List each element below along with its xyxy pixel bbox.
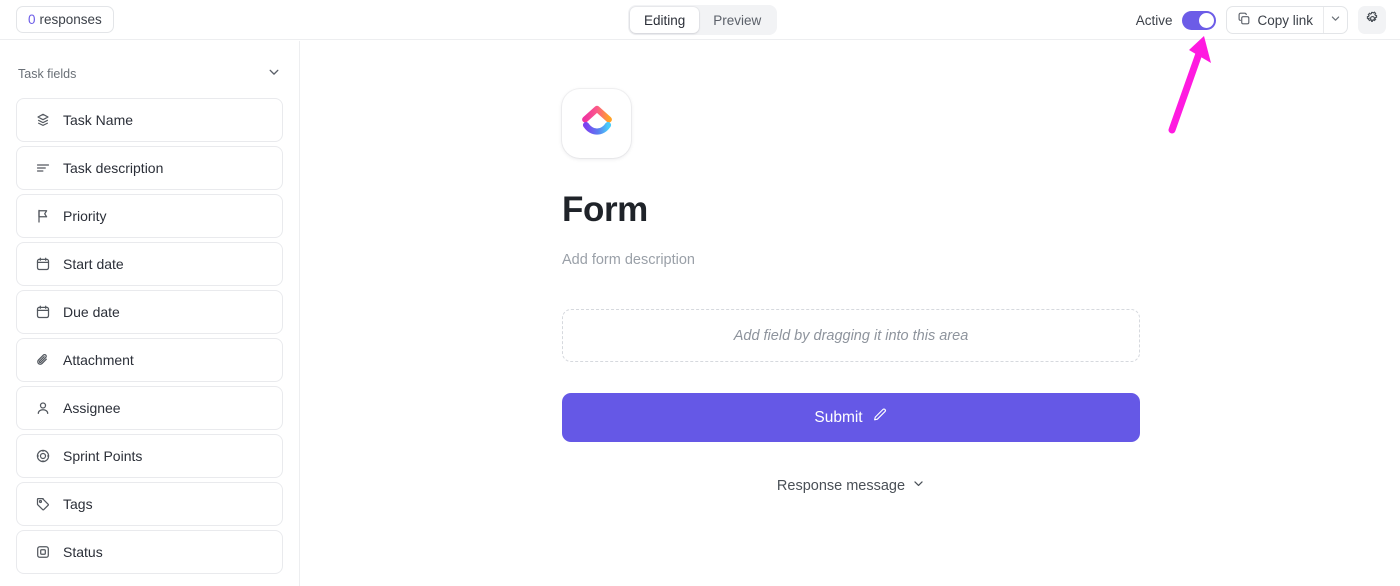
top-right-controls: Active Copy link: [1136, 0, 1386, 40]
field-row-status[interactable]: Status: [16, 530, 283, 574]
tab-preview[interactable]: Preview: [699, 7, 775, 33]
field-label: Due date: [63, 304, 120, 320]
copy-icon: [1237, 12, 1251, 29]
field-dropzone[interactable]: Add field by dragging it into this area: [562, 309, 1140, 362]
mode-tabs: Editing Preview: [628, 5, 778, 35]
field-label: Task description: [63, 160, 164, 176]
task-fields-title: Task fields: [18, 67, 77, 81]
top-bar: 0 responses Editing Preview Active Copy …: [0, 0, 1400, 40]
copy-link-group: Copy link: [1226, 6, 1348, 34]
field-row-due-date[interactable]: Due date: [16, 290, 283, 334]
gear-icon: [1365, 11, 1380, 29]
field-label: Attachment: [63, 352, 134, 368]
response-message-label: Response message: [776, 477, 906, 494]
paperclip-icon: [34, 352, 51, 369]
responses-label: responses: [39, 12, 102, 27]
calendar-icon: [34, 256, 51, 273]
field-row-priority[interactable]: Priority: [16, 194, 283, 238]
field-row-assignee[interactable]: Assignee: [16, 386, 283, 430]
text-lines-icon: [34, 160, 51, 177]
submit-button[interactable]: Submit: [562, 393, 1140, 442]
response-message-toggle[interactable]: Response message: [562, 477, 1140, 494]
field-row-attachment[interactable]: Attachment: [16, 338, 283, 382]
field-row-sprint-points[interactable]: Sprint Points: [16, 434, 283, 478]
settings-button[interactable]: [1358, 6, 1386, 34]
form-builder: Form Add form description Add field by d…: [562, 89, 1140, 494]
field-label: Assignee: [63, 400, 121, 416]
field-label: Sprint Points: [63, 448, 143, 464]
field-row-task-description[interactable]: Task description: [16, 146, 283, 190]
form-canvas: Form Add form description Add field by d…: [301, 41, 1400, 586]
responses-count: 0: [28, 12, 36, 27]
form-title[interactable]: Form: [562, 190, 1140, 230]
tag-icon: [34, 496, 51, 513]
responses-badge[interactable]: 0 responses: [16, 6, 114, 33]
task-fields-header[interactable]: Task fields: [16, 54, 283, 94]
task-field-list: Task Name Task description Priority Star…: [16, 98, 283, 574]
field-row-start-date[interactable]: Start date: [16, 242, 283, 286]
toggle-knob: [1199, 12, 1215, 28]
copy-link-label: Copy link: [1257, 12, 1313, 28]
field-label: Tags: [63, 496, 93, 512]
field-row-tags[interactable]: Tags: [16, 482, 283, 526]
target-icon: [34, 448, 51, 465]
submit-label: Submit: [814, 408, 863, 426]
field-label: Priority: [63, 208, 107, 224]
user-icon: [34, 400, 51, 417]
active-toggle-label: Active: [1135, 12, 1173, 28]
field-label: Status: [63, 544, 103, 560]
task-fields-sidebar: Task fields Task Name Task description P…: [0, 41, 300, 586]
tab-editing[interactable]: Editing: [630, 7, 700, 33]
status-square-icon: [34, 544, 51, 561]
copy-link-button[interactable]: Copy link: [1227, 7, 1323, 33]
calendar-icon: [34, 304, 51, 321]
chevron-down-icon: [912, 477, 925, 494]
chevron-down-icon[interactable]: [267, 65, 281, 84]
flag-icon: [34, 208, 51, 225]
field-row-task-name[interactable]: Task Name: [16, 98, 283, 142]
field-label: Task Name: [63, 112, 134, 128]
clickup-logo-icon: [578, 102, 616, 145]
pencil-icon[interactable]: [872, 407, 888, 428]
copy-link-dropdown-button[interactable]: [1323, 7, 1347, 33]
form-logo[interactable]: [562, 89, 631, 158]
chevron-down-icon: [1330, 11, 1341, 29]
active-toggle[interactable]: [1182, 10, 1217, 30]
field-label: Start date: [63, 256, 124, 272]
layers-icon: [34, 112, 51, 129]
form-description-placeholder[interactable]: Add form description: [562, 252, 1140, 268]
dropzone-text: Add field by dragging it into this area: [733, 327, 969, 344]
